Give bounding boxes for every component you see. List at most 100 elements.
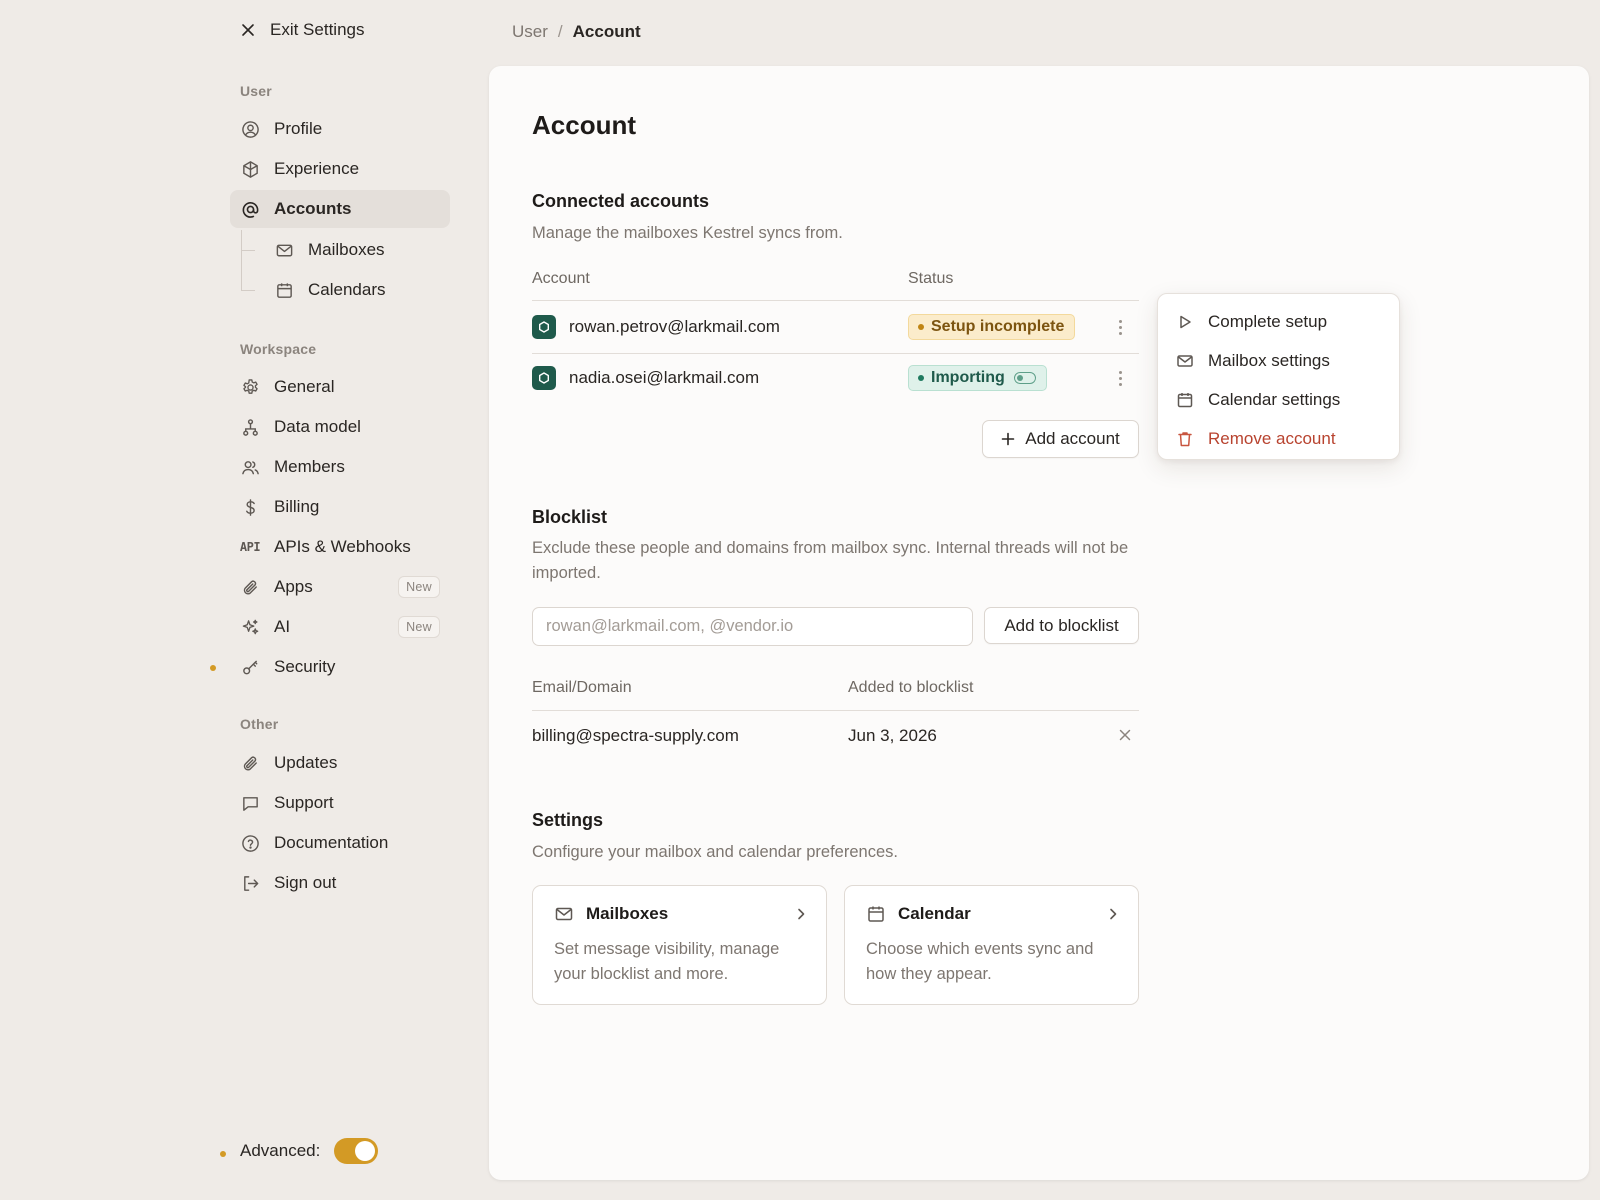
group-label-other: Other: [240, 716, 279, 732]
settings-description: Configure your mailbox and calendar pref…: [532, 843, 898, 861]
sidebar-item-data-model[interactable]: Data model: [230, 408, 450, 446]
sidebar-item-mailboxes[interactable]: Mailboxes: [264, 231, 450, 269]
account-logo-icon: [532, 366, 556, 390]
menu-item-label: Remove account: [1208, 428, 1336, 448]
sidebar-item-label: Data model: [274, 417, 361, 436]
breadcrumb-parent[interactable]: User: [512, 22, 548, 42]
status-badge: Setup incomplete: [908, 314, 1076, 340]
plus-icon: [1001, 432, 1015, 446]
sync-toggle-icon[interactable]: [1013, 372, 1036, 384]
status-dot-icon: [918, 375, 924, 381]
calendar-icon: [866, 904, 886, 924]
sidebar-item-label: Experience: [274, 159, 360, 178]
close-icon: [238, 20, 258, 40]
sidebar-item-label: Mailboxes: [308, 240, 385, 259]
sidebar-item-updates[interactable]: Updates: [230, 744, 450, 782]
column-header-account: Account: [532, 270, 590, 287]
table-divider: [532, 300, 1139, 301]
sidebar-item-support[interactable]: Support: [230, 784, 450, 822]
sidebar-item-billing[interactable]: Billing: [230, 488, 450, 526]
users-icon: [240, 457, 260, 477]
connected-accounts-title: Connected accounts: [532, 191, 710, 211]
sidebar-item-general[interactable]: General: [230, 368, 450, 406]
card-header: Mailboxes: [554, 904, 808, 924]
new-badge: New: [398, 616, 440, 638]
card-header: Calendar: [866, 904, 1120, 924]
sidebar-item-experience[interactable]: Experience: [230, 150, 450, 188]
paperclip-icon: [240, 577, 260, 597]
sidebar-item-security[interactable]: Security: [230, 648, 450, 686]
account-email: nadia.osei@larkmail.com: [569, 368, 760, 387]
chat-bubble-icon: [240, 793, 260, 813]
group-label-user: User: [240, 83, 272, 99]
chevron-right-icon: [794, 907, 808, 921]
sidebar-item-ai[interactable]: AI New: [230, 608, 450, 646]
menu-item-complete-setup[interactable]: Complete setup: [1158, 302, 1399, 341]
column-header-status: Status: [908, 270, 954, 287]
calendar-icon: [274, 280, 294, 300]
table-divider: [532, 710, 1139, 711]
status-dot-icon: [918, 324, 924, 330]
blocklist-title: Blocklist: [532, 507, 608, 527]
sidebar-item-label: Profile: [274, 119, 323, 138]
hierarchy-icon: [240, 417, 260, 437]
sidebar-item-label: Apps: [274, 577, 313, 596]
settings-sidebar: Exit Settings User Profile Experience Ac…: [0, 0, 470, 1200]
menu-item-calendar-settings[interactable]: Calendar settings: [1158, 380, 1399, 419]
nav-tree-line: [241, 230, 242, 290]
sidebar-item-label: Sign out: [274, 873, 337, 892]
breadcrumb-separator: /: [557, 22, 563, 41]
card-description: Set message visibility, manage your bloc…: [554, 940, 780, 983]
account-logo-icon: [532, 315, 556, 339]
sidebar-item-accounts[interactable]: Accounts: [230, 190, 450, 228]
mail-icon: [1176, 352, 1194, 370]
blocklist-entry-email: billing@spectra-supply.com: [532, 726, 739, 745]
sidebar-item-documentation[interactable]: Documentation: [230, 824, 450, 862]
sidebar-item-label: Calendars: [308, 280, 386, 299]
sidebar-item-label: Updates: [274, 753, 338, 772]
sign-out-icon: [240, 873, 260, 893]
calendar-settings-card[interactable]: Calendar Choose which events sync and ho…: [844, 885, 1139, 1005]
menu-item-label: Complete setup: [1208, 311, 1328, 331]
sidebar-item-apis-webhooks[interactable]: API APIs & Webhooks: [230, 528, 450, 566]
account-actions-menu: Complete setup Mailbox settings Calendar…: [1157, 293, 1400, 460]
advanced-label: Advanced:: [240, 1141, 321, 1160]
nav-tree-branch: [241, 290, 255, 291]
menu-item-label: Calendar settings: [1208, 389, 1341, 409]
calendar-icon: [1176, 391, 1194, 409]
mail-icon: [274, 240, 294, 260]
remove-blocklist-entry-icon[interactable]: [1117, 727, 1133, 743]
trash-icon: [1176, 430, 1194, 448]
menu-item-mailbox-settings[interactable]: Mailbox settings: [1158, 341, 1399, 380]
mail-icon: [554, 904, 574, 924]
page-title: Account: [532, 110, 636, 140]
sidebar-item-label: AI: [274, 617, 291, 636]
mailboxes-settings-card[interactable]: Mailboxes Set message visibility, manage…: [532, 885, 827, 1005]
sidebar-item-apps[interactable]: Apps New: [230, 568, 450, 606]
add-account-button[interactable]: Add account: [982, 420, 1139, 458]
sidebar-item-profile[interactable]: Profile: [230, 110, 450, 148]
menu-item-remove-account[interactable]: Remove account: [1158, 419, 1399, 458]
exit-settings-button[interactable]: Exit Settings: [238, 20, 365, 40]
sidebar-item-members[interactable]: Members: [230, 448, 450, 486]
account-actions-menu-button[interactable]: [1113, 368, 1127, 388]
card-title: Mailboxes: [586, 904, 669, 923]
key-icon: [240, 657, 260, 677]
sidebar-item-sign-out[interactable]: Sign out: [230, 864, 450, 902]
card-title: Calendar: [898, 904, 971, 923]
sidebar-item-calendars[interactable]: Calendars: [264, 271, 450, 309]
add-to-blocklist-button[interactable]: Add to blocklist: [984, 607, 1139, 644]
column-header-added: Added to blocklist: [848, 679, 974, 696]
chevron-right-icon: [1106, 907, 1120, 921]
settings-title: Settings: [532, 810, 604, 830]
advanced-indicator-dot: [220, 1151, 226, 1157]
blocklist-input[interactable]: [532, 607, 973, 646]
advanced-toggle[interactable]: [334, 1138, 379, 1164]
account-actions-menu-button[interactable]: [1113, 317, 1127, 337]
dollar-icon: [240, 497, 260, 517]
status-label: Setup incomplete: [931, 318, 1065, 335]
play-icon: [1176, 313, 1194, 331]
table-divider: [532, 353, 1139, 354]
blocklist-description: Exclude these people and domains from ma…: [532, 539, 1129, 582]
sidebar-item-label: Accounts: [274, 199, 352, 218]
